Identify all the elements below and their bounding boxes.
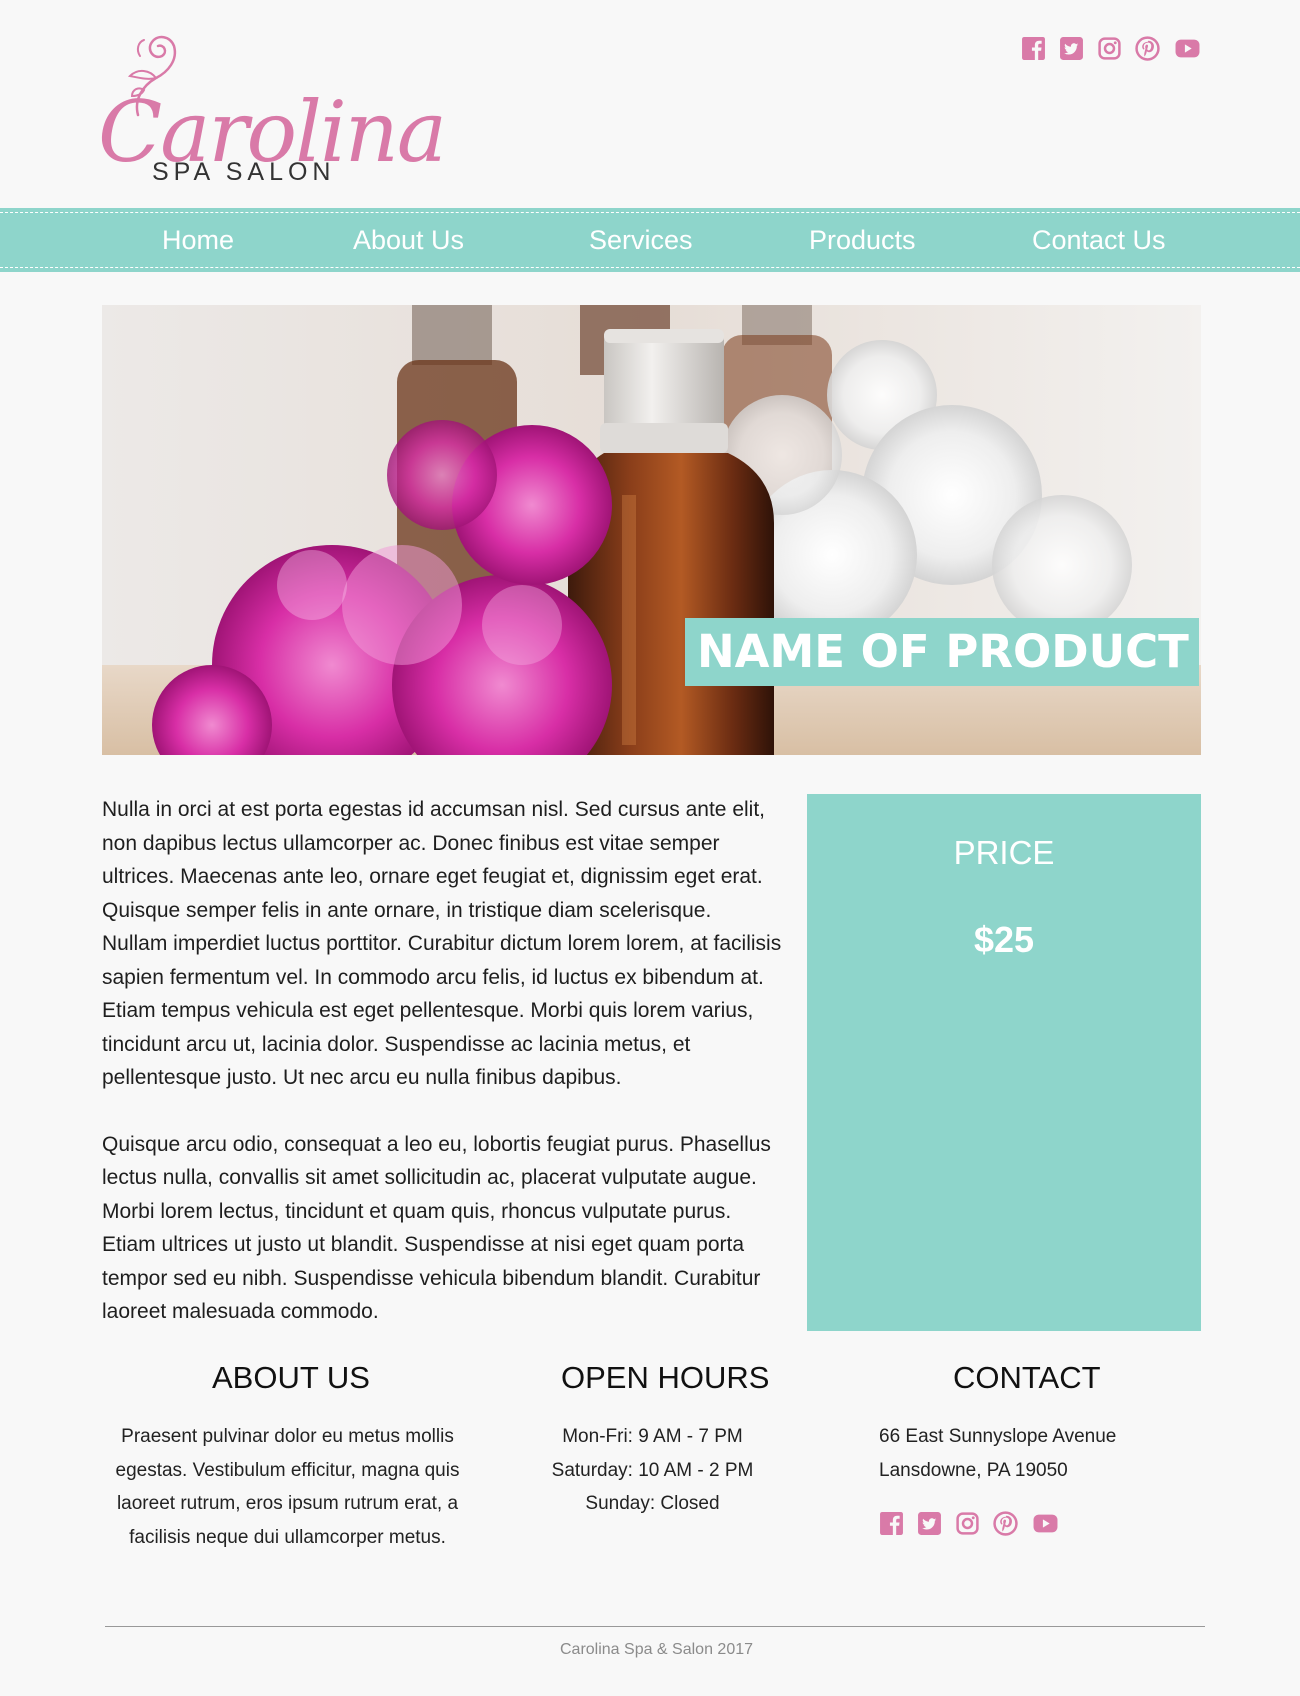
- brand-subtitle: SPA SALON: [152, 158, 336, 186]
- copyright-text: Carolina Spa & Salon 2017: [559, 1641, 754, 1658]
- brand-logo[interactable]: Carolina SPA SALON: [98, 30, 447, 190]
- twitter-icon[interactable]: [1059, 36, 1084, 61]
- contact-heading: CONTACT: [953, 1360, 1101, 1395]
- open-hours-list: Mon-Fri: 9 AM - 7 PM Saturday: 10 AM - 2…: [520, 1420, 785, 1521]
- contact-address: 66 East Sunnyslope Avenue Lansdowne, PA …: [879, 1420, 1199, 1487]
- instagram-icon[interactable]: [1097, 36, 1122, 61]
- pinterest-icon[interactable]: [993, 1511, 1018, 1536]
- product-name-banner: NAME OF PRODUCT: [685, 618, 1199, 686]
- product-description: Nulla in orci at est porta egestas id ac…: [102, 793, 782, 1329]
- hours-weekdays: Mon-Fri: 9 AM - 7 PM: [562, 1426, 743, 1447]
- footer-divider: [105, 1626, 1205, 1627]
- facebook-icon[interactable]: [879, 1511, 904, 1536]
- hours-saturday: Saturday: 10 AM - 2 PM: [551, 1459, 754, 1481]
- youtube-icon[interactable]: [1173, 36, 1202, 61]
- twitter-icon[interactable]: [917, 1511, 942, 1536]
- nav-services[interactable]: Services: [589, 208, 693, 272]
- price-value: $25: [973, 919, 1035, 960]
- nav-about-us[interactable]: About Us: [353, 208, 464, 272]
- address-line-2: Lansdowne, PA 19050: [879, 1459, 1068, 1481]
- instagram-icon[interactable]: [955, 1511, 980, 1536]
- address-line-1: 66 East Sunnyslope Avenue: [879, 1426, 1117, 1447]
- about-us-heading: ABOUT US: [212, 1360, 370, 1395]
- nav-home[interactable]: Home: [162, 208, 234, 272]
- pinterest-icon[interactable]: [1135, 36, 1160, 61]
- product-hero-image: NAME OF PRODUCT: [102, 305, 1201, 755]
- about-us-text: Praesent pulvinar dolor eu metus mollis …: [115, 1426, 460, 1548]
- header-social-links: [1021, 36, 1202, 61]
- nav-products[interactable]: Products: [809, 208, 916, 272]
- price-label: PRICE: [953, 834, 1055, 871]
- nav-contact-us[interactable]: Contact Us: [1032, 208, 1166, 272]
- description-paragraph-2: Quisque arcu odio, consequat a leo eu, l…: [102, 1132, 771, 1324]
- main-nav: Home About Us Services Products Contact …: [0, 208, 1300, 272]
- hours-sunday: Sunday: Closed: [585, 1493, 720, 1514]
- price-panel: PRICE $25: [807, 794, 1201, 1331]
- open-hours-heading: OPEN HOURS: [561, 1360, 770, 1395]
- youtube-icon[interactable]: [1031, 1511, 1060, 1536]
- footer-social-links: [879, 1511, 1060, 1536]
- essential-oil-photo: [102, 305, 1201, 755]
- description-paragraph-1: Nulla in orci at est porta egestas id ac…: [102, 798, 782, 1089]
- facebook-icon[interactable]: [1021, 36, 1046, 61]
